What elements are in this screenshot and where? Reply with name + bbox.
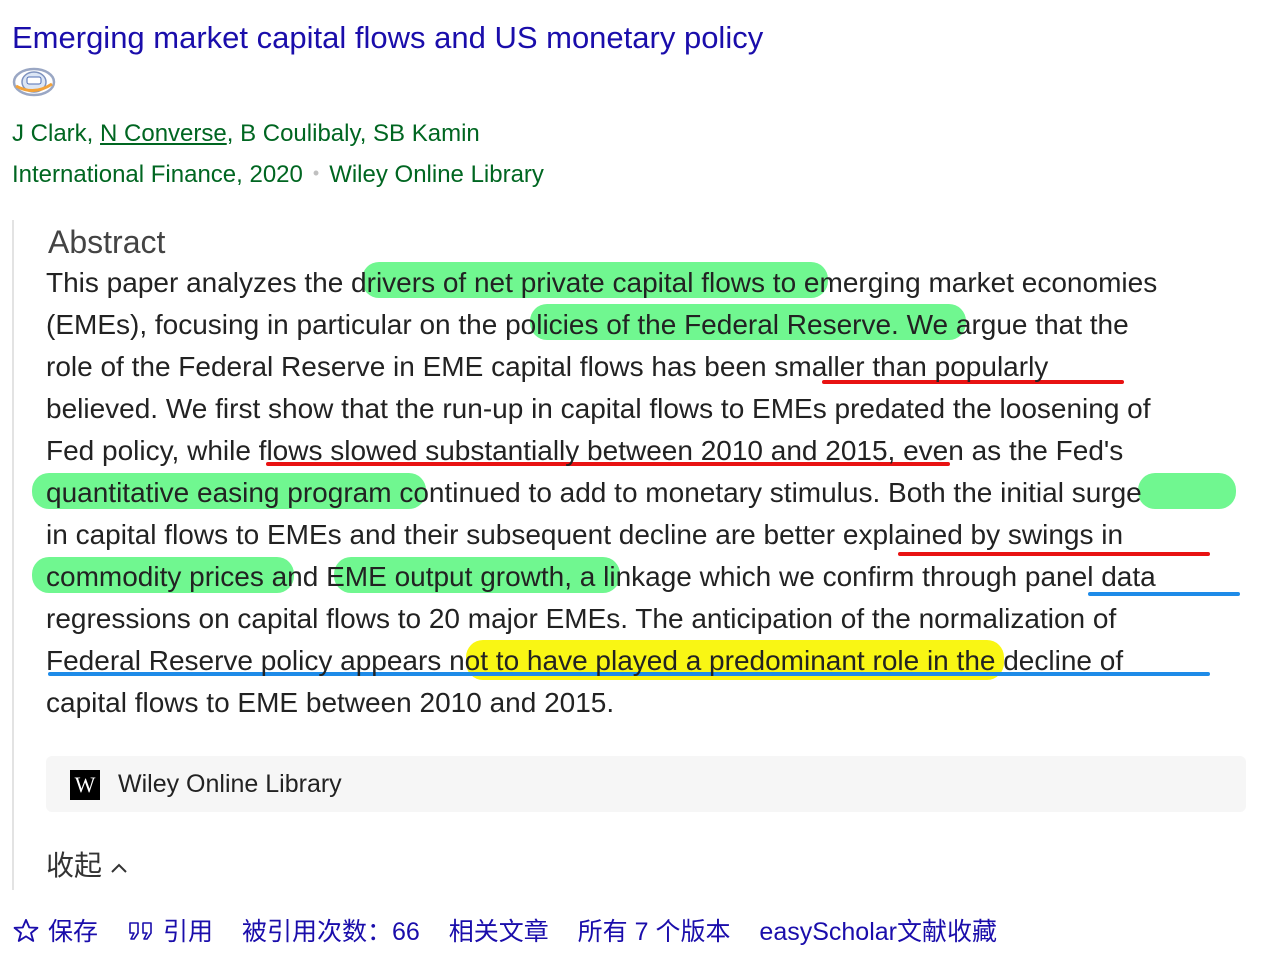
abstract-line: This paper analyzes the drivers of net p… (46, 267, 1158, 298)
abstract-line: commodity prices and EME output growth, … (46, 561, 1156, 592)
abstract-line: believed. We first show that the run-up … (46, 393, 1151, 424)
abstract-text: This paper analyzes the drivers of net p… (46, 262, 1246, 724)
all-versions-link[interactable]: 所有 7 个版本 (578, 912, 731, 952)
save-button[interactable]: 保存 (12, 912, 98, 952)
result-actions: 保存 引用 被引用次数：66 相关文章 所有 7 个版本 easyScholar… (12, 912, 1019, 952)
source-name: Wiley Online Library (118, 770, 342, 798)
abstract-line: Federal Reserve policy appears not to ha… (46, 645, 1124, 676)
quote-icon (129, 922, 152, 941)
related-articles-link[interactable]: 相关文章 (449, 912, 549, 952)
cited-by-link[interactable]: 被引用次数：66 (242, 912, 420, 952)
source-link-card[interactable]: W Wiley Online Library (46, 756, 1246, 812)
abstract-line: capital flows to EME between 2010 and 20… (46, 687, 615, 718)
easyscholar-link[interactable]: easyScholar文献收藏 (759, 912, 997, 952)
abstract-line: in capital flows to EMEs and their subse… (46, 519, 1124, 550)
collapse-toggle[interactable]: 收起 (46, 846, 128, 886)
wiley-logo-icon: W (70, 770, 100, 800)
cite-button[interactable]: 引用 (127, 912, 213, 952)
star-icon (13, 919, 39, 943)
save-label: 保存 (48, 918, 99, 946)
abstract-line: regressions on capital flows to 20 major… (46, 603, 1117, 634)
abstract-line: quantitative easing program continued to… (46, 477, 1142, 508)
abstract-line: (EMEs), focusing in particular on the po… (46, 309, 1129, 340)
cite-label: 引用 (162, 918, 213, 946)
abstract-line: Fed policy, while flows slowed substanti… (46, 435, 1124, 466)
collapse-label: 收起 (46, 850, 103, 881)
chevron-up-icon (111, 863, 127, 873)
abstract-line: role of the Federal Reserve in EME capit… (46, 351, 1049, 382)
